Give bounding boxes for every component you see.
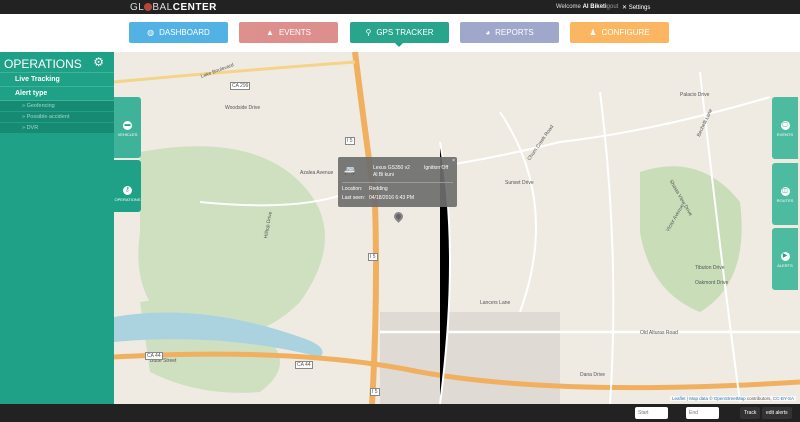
map-street-label: Palacio Drive	[680, 92, 710, 98]
edit-alerts-button[interactable]: edit alerts	[762, 407, 792, 419]
popup-last-seen-label: Last seen:	[342, 195, 366, 201]
alerts-tab-label: ALERTS	[777, 263, 793, 268]
close-icon[interactable]: ×	[452, 158, 455, 164]
map-street-label: Azalea Avenue	[300, 170, 334, 176]
sidebar-subitem-dvr[interactable]: » DVR	[0, 123, 114, 134]
welcome-prefix: Welcome	[556, 4, 581, 10]
nav-label: REPORTS	[495, 28, 534, 37]
user-icon: ♟	[589, 28, 597, 37]
map-street-label: Woodside Drive	[225, 105, 261, 111]
attribution-mid: contributors,	[746, 396, 772, 401]
map-street-label: Oakmont Drive	[695, 280, 729, 286]
nav-label: DASHBOARD	[159, 28, 210, 37]
interstate-5	[352, 52, 379, 404]
location-icon: ⚲	[365, 28, 372, 37]
license-link[interactable]: CC-BY-SA	[773, 396, 794, 401]
map-attribution: Leaflet | Map data © OpenStreetMap contr…	[670, 396, 796, 401]
alerts-icon: ▶	[780, 252, 790, 261]
warning-icon: ▲	[266, 28, 274, 37]
main-nav: ◍ DASHBOARD ▲ EVENTS ⚲ GPS TRACKER ◕ REPORTS ♟ CO…	[0, 14, 800, 52]
sidebar-subitem-geofencing[interactable]: » Geofencing	[0, 101, 114, 112]
events-tab[interactable]: ▢ EVENTS	[772, 97, 798, 159]
osm-link[interactable]: OpenStreetMap	[714, 396, 746, 401]
nav-reports-button[interactable]: ◕ REPORTS	[460, 22, 559, 43]
operations-tab[interactable]: ⚷ OPERATIONS	[114, 160, 141, 212]
nav-label: CONFIGURE	[601, 28, 650, 37]
map-street-label: Lancers Lane	[480, 300, 511, 306]
popup-divider	[342, 182, 453, 183]
sidebar-item-live-tracking[interactable]: Live Tracking	[0, 73, 114, 87]
sidebar-item-alert-type[interactable]: Alert type	[0, 87, 114, 101]
map-street-label: Dana Drive	[580, 372, 606, 378]
popup-location-label: Location:	[342, 186, 363, 192]
tools-icon: ✕	[622, 5, 628, 11]
nav-label: EVENTS	[278, 28, 311, 37]
events-tab-label: EVENTS	[776, 132, 793, 137]
sidebar-title: OPERATIONS ⚙	[0, 52, 114, 73]
highway-shield: CA 44	[145, 352, 163, 360]
popup-driver: Al Bi kuni	[373, 172, 394, 178]
dashboard-icon: ◍	[147, 28, 155, 37]
car-icon: ▬	[123, 121, 132, 130]
settings-link[interactable]: ✕ Settings	[622, 4, 650, 11]
nav-configure-button[interactable]: ♟ CONFIGURE	[570, 22, 669, 43]
highway-shield: CA 299	[230, 82, 251, 90]
bottom-bar: Track edit alerts	[0, 404, 800, 422]
urban-area	[380, 312, 560, 404]
chart-icon: ◕	[485, 28, 491, 37]
vehicle-popup: 🚐 Lexus GS350 v2 Al Bi kuni Ignition Off…	[338, 157, 457, 207]
alerts-tab[interactable]: ▶ ALERTS	[772, 228, 798, 290]
nav-label: GPS TRACKER	[376, 28, 434, 37]
vehicles-tab[interactable]: ▬ VEHICLES	[114, 97, 141, 158]
start-date-input[interactable]	[635, 407, 668, 419]
gear-icon[interactable]: ⚙	[93, 55, 104, 69]
map-street-label: Old Alturas Road	[640, 330, 678, 336]
vehicles-tab-label: VEHICLES	[117, 132, 138, 137]
highway-shield: I 5	[345, 137, 355, 145]
nav-gps-tracker-button[interactable]: ⚲ GPS TRACKER	[350, 22, 449, 43]
highway-shield: I 5	[368, 253, 378, 261]
sidebar-title-text: OPERATIONS	[4, 57, 82, 71]
map-street-label: Tibuton Drive	[695, 265, 725, 271]
attribution-prefix[interactable]: Leaflet | Map data ©	[672, 396, 713, 401]
nav-events-button[interactable]: ▲ EVENTS	[239, 22, 338, 43]
popup-ignition-status: Ignition Off	[424, 165, 449, 171]
routes-icon: ◫	[780, 187, 790, 196]
highway-shield: CA 44	[295, 361, 313, 369]
operations-sidebar: OPERATIONS ⚙ Live Tracking Alert type » G…	[0, 52, 114, 404]
key-icon: ⚷	[123, 186, 132, 195]
welcome-text: Welcome Al Biketi	[556, 4, 607, 10]
popup-vehicle: Lexus GS350 v2	[373, 165, 410, 171]
routes-tab[interactable]: ◫ ROUTES	[772, 163, 798, 225]
operations-tab-label: OPERATIONS	[114, 197, 141, 202]
highway-shield: I 5	[370, 388, 380, 396]
events-icon: ▢	[780, 121, 790, 130]
popup-last-seen: 04/18/2016 6:43 PM	[369, 195, 415, 201]
logo: GL BALCENTER	[130, 2, 217, 13]
settings-label: Settings	[628, 5, 651, 11]
routes-tab-label: ROUTES	[776, 198, 794, 203]
active-caret	[395, 43, 403, 47]
nav-dashboard-button[interactable]: ◍ DASHBOARD	[129, 22, 228, 43]
sidebar-subitem-possible-accident[interactable]: » Possible accident	[0, 112, 114, 123]
van-icon: 🚐	[344, 165, 356, 175]
map-street-label: Sunset Drive	[505, 180, 534, 186]
logout-link[interactable]: Logout	[600, 4, 618, 10]
end-date-input[interactable]	[686, 407, 719, 419]
track-button[interactable]: Track	[740, 407, 761, 419]
top-bar: GL BALCENTER Welcome Al Biketi Logout ✕ S…	[0, 0, 800, 14]
popup-location: Redding	[369, 186, 388, 192]
